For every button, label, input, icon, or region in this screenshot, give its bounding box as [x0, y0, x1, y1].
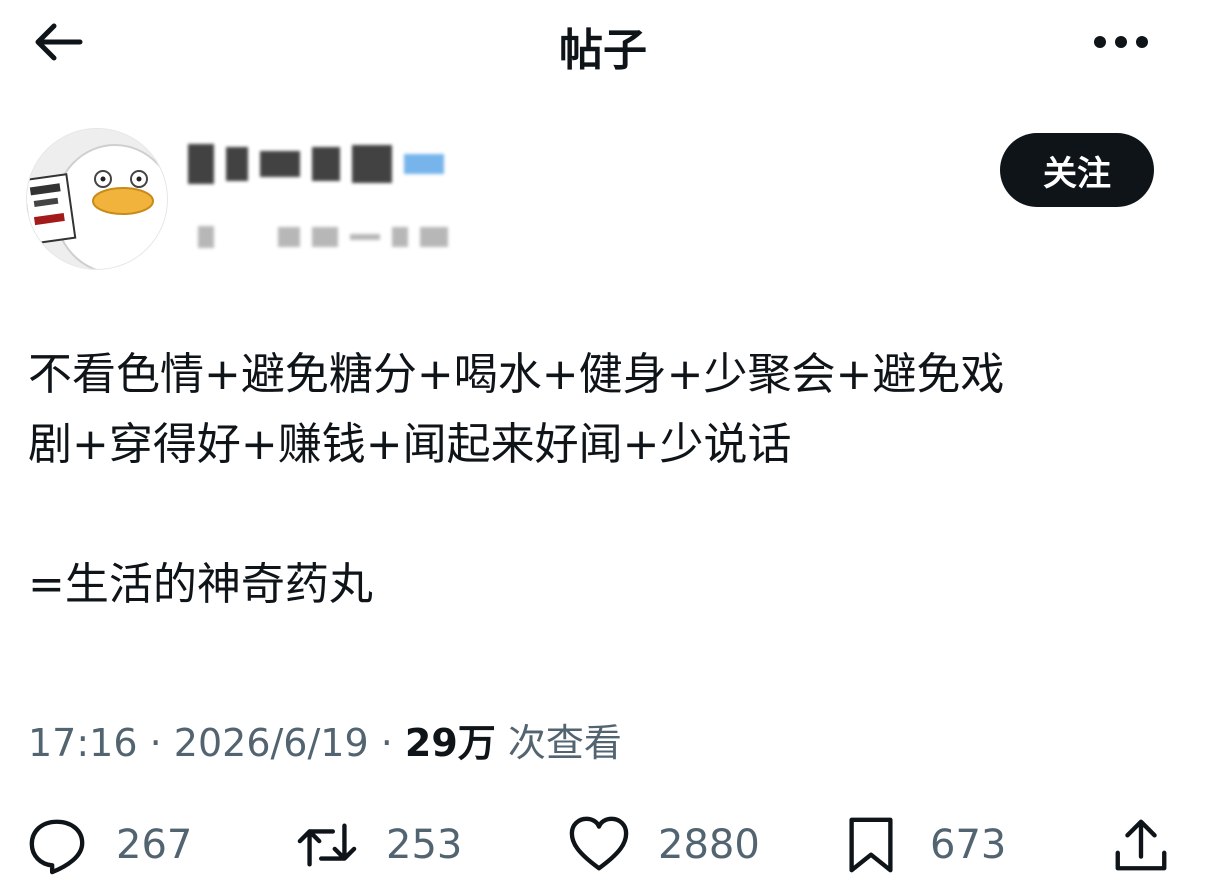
like-button[interactable]: 2880: [568, 800, 760, 890]
post-line: 不看色情+避免糖分+喝水+健身+少聚会+避免戏: [28, 349, 1005, 400]
view-count: 29万: [404, 721, 496, 765]
handle-redacted: [198, 226, 448, 248]
meta-separator: ·: [149, 721, 162, 765]
post-meta: 17:16 · 2026/6/19 · 29万 次查看: [28, 712, 622, 767]
more-options-icon[interactable]: [1086, 22, 1156, 62]
avatar[interactable]: [26, 128, 168, 270]
view-count-label: 次查看: [507, 721, 622, 765]
post-line-blank: [28, 480, 1178, 550]
page-title: 帖子: [559, 25, 647, 76]
reply-button[interactable]: 267: [26, 800, 192, 890]
repost-button[interactable]: 253: [296, 800, 462, 890]
repost-icon: [297, 823, 357, 867]
follow-button[interactable]: 关注: [1000, 133, 1154, 207]
heart-icon: [569, 816, 629, 871]
top-bar: 帖子: [0, 0, 1206, 84]
repost-count: 253: [386, 822, 463, 868]
bookmark-icon: [849, 817, 893, 873]
post-time[interactable]: 17:16: [28, 721, 138, 765]
post-date[interactable]: 2026/6/19: [174, 721, 369, 765]
post-line: 剧+穿得好+赚钱+闻起来好闻+少说话: [28, 419, 792, 470]
username-redacted: [188, 144, 444, 184]
action-bar: 267 253 2880 673: [0, 800, 1206, 890]
reply-icon: [29, 819, 85, 875]
like-count: 2880: [658, 822, 760, 868]
post-text: 不看色情+避免糖分+喝水+健身+少聚会+避免戏 剧+穿得好+赚钱+闻起来好闻+少…: [28, 340, 1178, 620]
share-button[interactable]: [1110, 800, 1172, 890]
bookmark-count: 673: [930, 822, 1007, 868]
bookmark-button[interactable]: 673: [840, 800, 1006, 890]
meta-separator: ·: [380, 721, 393, 765]
reply-count: 267: [116, 822, 193, 868]
share-icon: [1115, 819, 1167, 871]
post-line: =生活的神奇药丸: [28, 559, 373, 610]
